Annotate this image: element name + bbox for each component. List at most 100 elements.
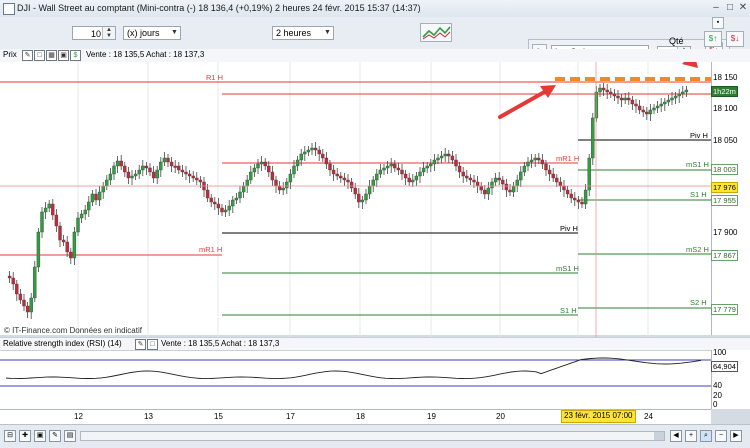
candle-body bbox=[220, 207, 224, 213]
chart-type-button[interactable] bbox=[420, 23, 452, 42]
candle-body bbox=[277, 185, 282, 191]
zoom-out-icon[interactable]: − bbox=[715, 430, 727, 442]
wrench-icon[interactable]: ✎ bbox=[135, 339, 146, 350]
candle-body bbox=[133, 173, 138, 177]
candle-body bbox=[382, 167, 386, 171]
print-icon[interactable]: ▤ bbox=[64, 430, 76, 442]
candle-body bbox=[493, 177, 498, 183]
candle-body bbox=[385, 165, 390, 169]
candle-body bbox=[90, 193, 95, 203]
candle-body bbox=[465, 175, 469, 179]
candle-body bbox=[65, 241, 69, 253]
candle-body bbox=[324, 157, 329, 165]
period-unit-select[interactable]: (x) jours ▼ bbox=[123, 26, 181, 40]
candle-body bbox=[389, 163, 393, 167]
candle-body bbox=[87, 201, 91, 211]
candle-body bbox=[321, 153, 325, 159]
pivot-label: mS1 H bbox=[556, 264, 579, 273]
close-button[interactable]: ✕ bbox=[737, 2, 749, 14]
candle-body bbox=[367, 185, 372, 195]
window-icon[interactable]: □ bbox=[34, 50, 45, 61]
spinner-arrows-icon[interactable]: ▲▼ bbox=[102, 27, 115, 39]
bottom-toolbar: ⊟ ✚ ▣ ✎ ▤ ◀ + ⌕ − ▶ bbox=[0, 424, 750, 448]
candle-body bbox=[51, 203, 55, 216]
candle-body bbox=[353, 187, 357, 195]
candle-body bbox=[555, 177, 559, 183]
candle-body bbox=[76, 217, 80, 233]
pin-icon[interactable]: ▪ bbox=[712, 17, 724, 29]
candle-body bbox=[249, 171, 253, 181]
candle-body bbox=[663, 101, 667, 105]
candle-body bbox=[634, 103, 638, 107]
candle-body bbox=[652, 107, 656, 111]
pivot-label: S2 H bbox=[690, 298, 707, 307]
candle-body bbox=[18, 293, 23, 301]
candle-body bbox=[241, 185, 246, 193]
candle-body bbox=[666, 99, 671, 103]
wrench-icon[interactable]: ✎ bbox=[22, 50, 33, 61]
rsi-plot-area bbox=[0, 350, 711, 409]
candle-body bbox=[79, 213, 84, 219]
candle-body bbox=[511, 185, 516, 193]
level-badge: 17 955 bbox=[711, 195, 738, 206]
table-icon[interactable]: ▦ bbox=[46, 50, 57, 61]
candle-body bbox=[105, 179, 109, 187]
candle-body bbox=[612, 93, 617, 97]
zoom-icon[interactable]: ⊟ bbox=[4, 430, 16, 442]
settings-icon[interactable]: ▣ bbox=[58, 50, 69, 61]
candle-body bbox=[263, 161, 267, 167]
y-tick: 18 050 bbox=[713, 136, 738, 145]
candle-body bbox=[144, 165, 149, 169]
sell-market-button[interactable]: $↓ bbox=[726, 31, 744, 47]
candle-body bbox=[15, 283, 19, 295]
candle-body bbox=[522, 165, 527, 173]
buy-small-icon[interactable]: $ bbox=[70, 50, 81, 61]
candle-body bbox=[670, 97, 674, 101]
chart-scrollbar[interactable] bbox=[80, 431, 665, 441]
scroll-thumb[interactable] bbox=[654, 432, 664, 440]
draw-icon[interactable]: ✎ bbox=[49, 430, 61, 442]
candle-body bbox=[83, 209, 87, 215]
crosshair-icon[interactable]: ✚ bbox=[19, 430, 31, 442]
rsi-tick: 20 bbox=[713, 391, 722, 400]
buy-button[interactable]: $↑ bbox=[704, 31, 722, 47]
candle-body bbox=[461, 171, 465, 177]
window-icon[interactable]: □ bbox=[147, 339, 158, 350]
scroll-left-icon[interactable]: ◀ bbox=[670, 430, 682, 442]
candle-body bbox=[97, 191, 102, 201]
candle-body bbox=[177, 165, 181, 171]
rsi-tick: 40 bbox=[713, 381, 722, 390]
price-chart[interactable]: R1 H Piv H mR1 H mS1 H S1 H Piv H mR1 H mS2 H mS… bbox=[0, 62, 750, 447]
candle-body bbox=[497, 177, 501, 181]
candle-body bbox=[187, 173, 192, 177]
candle-body bbox=[328, 163, 332, 171]
period-value: 10 bbox=[90, 29, 101, 39]
candle-body bbox=[346, 179, 350, 183]
candle-body bbox=[432, 159, 437, 165]
minimize-button[interactable]: – bbox=[710, 2, 722, 14]
candle-body bbox=[292, 165, 296, 175]
candle-body bbox=[357, 193, 361, 203]
save-icon[interactable]: ▣ bbox=[34, 430, 46, 442]
period-spinner[interactable]: 10 ▲ ▼ bbox=[72, 26, 116, 40]
y-tick: 18 100 bbox=[713, 104, 738, 113]
candle-body bbox=[173, 165, 177, 168]
candle-body bbox=[274, 179, 278, 187]
interval-select[interactable]: 2 heures ▼ bbox=[272, 26, 334, 40]
pane-label: Prix bbox=[3, 50, 17, 59]
title-bar: DJI - Wall Street au comptant (Mini-cont… bbox=[0, 0, 750, 18]
candle-body bbox=[25, 305, 30, 313]
chevron-down-icon: ▼ bbox=[324, 29, 331, 36]
candle-body bbox=[591, 117, 595, 159]
candle-body bbox=[130, 175, 134, 179]
candle-body bbox=[267, 165, 271, 173]
scroll-right-icon[interactable]: ▶ bbox=[730, 430, 742, 442]
window-title: DJI - Wall Street au comptant (Mini-cont… bbox=[17, 3, 421, 13]
zoom-in-icon[interactable]: + bbox=[685, 430, 697, 442]
magnifier-icon[interactable]: ⌕ bbox=[700, 430, 712, 442]
candle-body bbox=[472, 179, 476, 183]
candle-body bbox=[551, 173, 555, 179]
candle-body bbox=[198, 179, 203, 183]
candle-body bbox=[205, 189, 210, 199]
maximize-button[interactable]: □ bbox=[724, 2, 736, 14]
